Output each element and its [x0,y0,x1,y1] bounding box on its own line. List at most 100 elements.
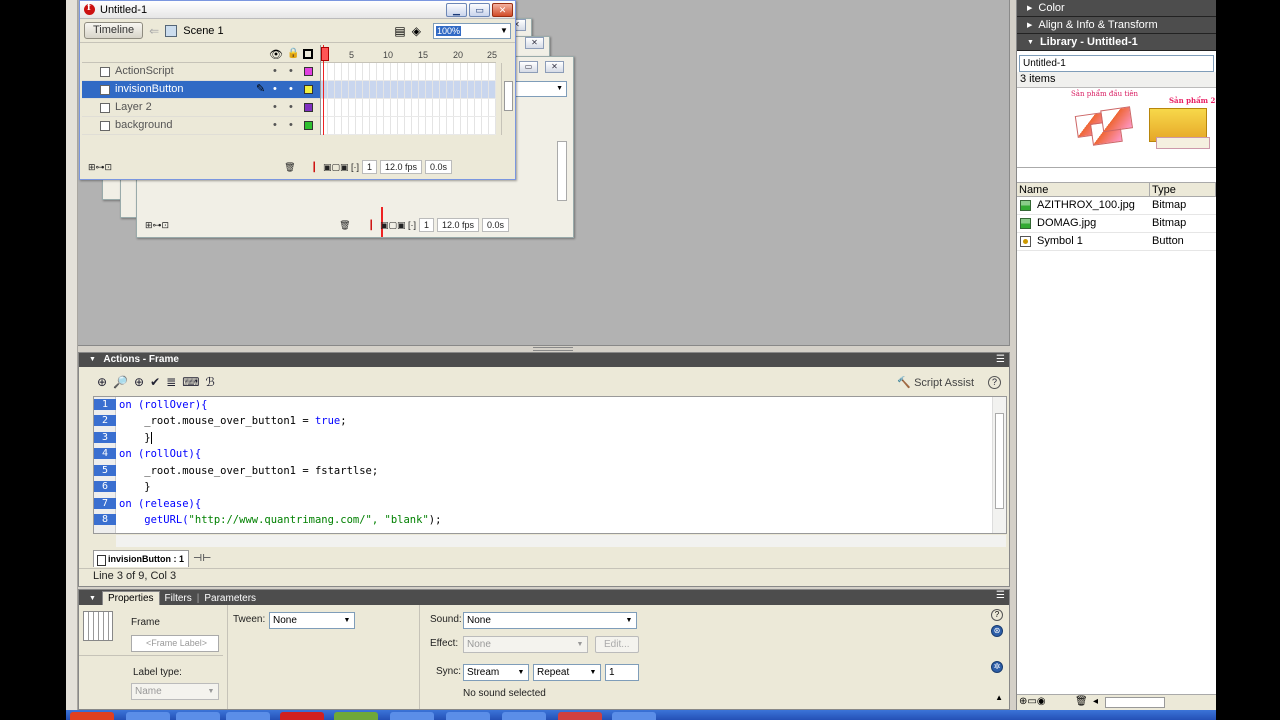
frame-ruler[interactable]: 5 10 15 20 25 [321,45,497,63]
maximize-button[interactable]: ▭ [469,2,490,17]
frame-label-input[interactable]: <Frame Label> [131,635,219,652]
code-scrollbar[interactable] [992,397,1006,533]
add-layer-icon[interactable]: ⊞⊶⊡ [88,162,112,173]
layer-row-invisionbutton[interactable]: invisionButton ✎ • • [82,81,320,99]
taskbar-item[interactable] [126,712,170,720]
taskbar-item[interactable] [612,712,656,720]
zoom-select[interactable]: 100% ▼ [433,22,511,39]
library-document-select[interactable]: Untitled-1 [1019,55,1214,72]
timeline-scrollbar[interactable] [501,63,515,135]
collapse-arrow-icon[interactable]: ▲ [995,693,1003,702]
taskbar-item[interactable] [176,712,220,720]
trash-icon[interactable]: 🗑 [339,220,350,231]
scroll-thumb[interactable] [995,413,1004,509]
minimize-icon[interactable]: ▭ [519,61,538,73]
tween-select[interactable]: None ▼ [269,612,355,629]
accessibility-icon[interactable]: ⊛ [991,625,1003,637]
code-hint-icon[interactable]: ⌨ [182,375,199,389]
pin-script-icon[interactable]: ⊣⊢ [193,553,211,564]
document-window[interactable]: Untitled-1 ▁ ▭ ✕ Timeline ⇐ Scene 1 ▤ ◈ … [79,0,516,180]
edit-symbol-icon[interactable]: ◈ [412,24,421,38]
panel-menu-icon[interactable]: ☰ [996,590,1005,601]
outline-color-swatch[interactable] [304,121,313,130]
repeat-count-input[interactable]: 1 [605,664,639,681]
add-layer-icon[interactable]: ⊞⊶⊡ [145,220,169,231]
actions-panel-title[interactable]: Actions - Frame ☰ [79,353,1009,367]
visibility-dot[interactable]: • [273,117,277,134]
scroll-left-icon[interactable]: ◂ [1093,696,1098,707]
stage-area[interactable]: ✕ ✕ ▭ ✕ ▼ ⊞⊶⊡ 🗑 ┃ ▣▢▣ [·] 1 12.0 fps 0.0… [78,0,1010,345]
find-icon[interactable]: 🔎 [113,375,128,389]
taskbar-item[interactable] [280,712,324,720]
taskbar-item[interactable] [334,712,378,720]
zoom-dropdown[interactable]: ▼ [511,81,567,97]
taskbar-item[interactable] [226,712,270,720]
trash-icon[interactable]: 🗑 [1075,696,1088,707]
close-button[interactable]: ✕ [492,2,513,17]
library-panel-header[interactable]: Library - Untitled-1 [1017,34,1216,51]
effect-select[interactable]: None ▼ [463,636,588,653]
code-editor[interactable]: 1 2 3 4 5 6 7 8 on (rollOver){ _root.mou… [93,396,1007,547]
target-path-icon[interactable]: ⊕ [134,375,144,389]
close-icon[interactable]: ✕ [545,61,564,73]
outline-color-swatch[interactable] [304,85,313,94]
column-type[interactable]: Type [1150,183,1216,196]
onion-skin-icons[interactable]: ▣▢▣ [·] [380,220,416,231]
trash-icon[interactable]: 🗑 [284,162,295,173]
panel-menu-icon[interactable]: ☰ [996,353,1005,366]
sound-select[interactable]: None ▼ [463,612,637,629]
collapse-icon[interactable]: ▼ [89,595,96,602]
timeline-button[interactable]: Timeline [84,22,144,39]
panel-splitter[interactable] [78,345,1010,352]
center-frame-icon[interactable]: ┃ [369,220,374,231]
outline-icon[interactable] [303,49,313,59]
label-type-select[interactable]: Name ▼ [131,683,219,700]
frame-row[interactable] [321,63,496,81]
taskbar-item[interactable] [502,712,546,720]
taskbar-item[interactable] [390,712,434,720]
color-panel-header[interactable]: Color [1017,0,1216,17]
lock-dot[interactable]: • [289,63,293,80]
lock-icon[interactable]: 🔒 [287,48,299,59]
tab-parameters[interactable]: Parameters [199,592,261,605]
add-statement-icon[interactable]: ⊕ [97,375,107,389]
visibility-dot[interactable]: • [273,81,277,98]
auto-format-icon[interactable]: ≣ [166,375,176,389]
script-tab[interactable]: invisionButton : 1 [93,549,189,567]
library-row[interactable]: Symbol 1 Button [1017,233,1216,251]
frame-grid[interactable]: 5 10 15 20 25 [320,45,497,135]
lock-dot[interactable]: • [289,81,293,98]
tab-filters[interactable]: Filters [160,592,197,605]
window-titlebar[interactable]: Untitled-1 ▁ ▭ ✕ [80,1,515,19]
sync-select[interactable]: Stream ▼ [463,664,529,681]
minimize-button[interactable]: ▁ [446,2,467,17]
taskbar-item[interactable] [558,712,602,720]
script-assist-button[interactable]: 🔨 Script Assist [897,376,974,389]
scrollbar[interactable] [557,141,567,201]
frame-row[interactable] [321,81,496,99]
eye-icon[interactable]: 👁 [269,48,283,61]
align-panel-header[interactable]: Align & Info & Transform [1017,17,1216,34]
library-row[interactable]: DOMAG.jpg Bitmap [1017,215,1216,233]
help-icon[interactable]: ? [988,375,1001,389]
help-icon[interactable]: ? [991,609,1003,621]
edit-scene-icon[interactable]: ▤ [394,24,405,38]
library-hscrollbar[interactable] [1105,697,1165,708]
playhead[interactable] [321,45,329,135]
scene-name[interactable]: Scene 1 [183,25,223,37]
layer-row-actionscript[interactable]: ActionScript • • [82,63,320,81]
taskbar-item[interactable] [70,712,114,720]
tab-properties[interactable]: Properties [101,591,160,605]
close-icon[interactable]: ✕ [525,37,544,49]
repeat-select[interactable]: Repeat ▼ [533,664,601,681]
visibility-dot[interactable]: • [273,99,277,116]
frame-row[interactable] [321,117,496,135]
lock-dot[interactable]: • [289,99,293,116]
taskbar-item[interactable] [446,712,490,720]
edit-button[interactable]: Edit... [595,636,639,653]
library-row[interactable]: AZITHROX_100.jpg Bitmap [1017,197,1216,215]
check-syntax-icon[interactable]: ✔ [150,375,160,389]
back-arrow-icon[interactable]: ⇐ [149,24,159,38]
splitter-grip[interactable] [533,347,573,351]
code-hscrollbar[interactable] [116,535,1006,547]
